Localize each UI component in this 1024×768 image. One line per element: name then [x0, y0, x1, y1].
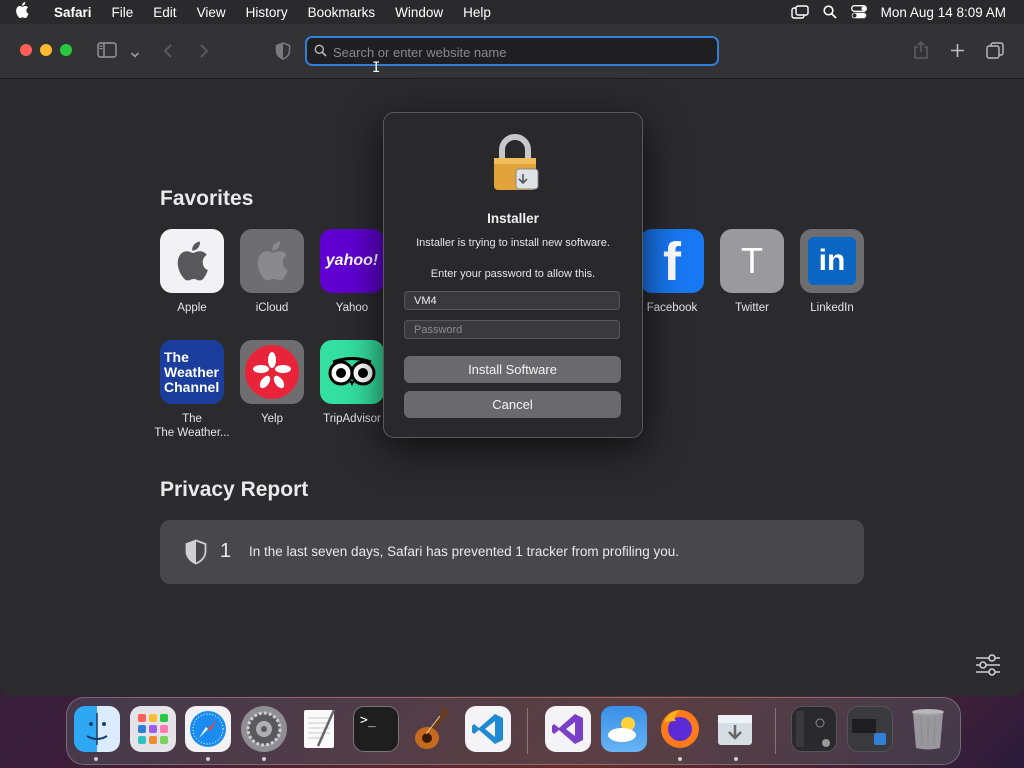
running-indicator: [262, 757, 266, 761]
finder-icon[interactable]: [74, 706, 120, 752]
favorite-label: Yelp: [261, 413, 283, 425]
share-icon[interactable]: [913, 40, 929, 65]
address-input[interactable]: [331, 38, 715, 66]
menu-edit[interactable]: Edit: [143, 5, 186, 20]
favorite-label-line: The Weather...: [154, 427, 230, 439]
dialog-title: Installer: [487, 211, 539, 226]
dock-separator: [527, 708, 528, 754]
favorite-icloud[interactable]: iCloud: [232, 229, 312, 315]
trash-icon[interactable]: [905, 706, 951, 752]
menu-window[interactable]: Window: [385, 5, 453, 20]
favorite-label: iCloud: [255, 302, 289, 314]
tab-overview-icon[interactable]: [986, 42, 1004, 64]
privacy-report-card[interactable]: 1 In the last seven days, Safari has pre…: [160, 520, 864, 584]
favorites-title: Favorites: [160, 187, 254, 210]
running-indicator: [206, 757, 210, 761]
menu-bookmarks[interactable]: Bookmarks: [298, 5, 386, 20]
installer-auth-dialog: Installer Installer is trying to install…: [383, 112, 643, 438]
apple-menu-icon[interactable]: [0, 1, 44, 23]
control-center-icon[interactable]: [850, 5, 867, 19]
dock-separator: [775, 708, 776, 754]
dialog-prompt: Enter your password to allow this.: [430, 268, 596, 280]
chevron-down-icon[interactable]: [130, 46, 140, 64]
twitter-letter-icon: T: [720, 229, 784, 293]
cancel-button[interactable]: Cancel: [404, 391, 621, 418]
start-page-settings-icon[interactable]: [975, 654, 1001, 681]
forward-arrow-icon[interactable]: [199, 43, 209, 64]
weather-channel-logo-icon: The Weather Channel: [160, 340, 224, 404]
favorite-label: Yahoo: [335, 302, 369, 314]
favorite-twitter[interactable]: T Twitter: [712, 229, 792, 315]
minimize-window-button[interactable]: [40, 44, 52, 56]
sidebar-toggle-icon[interactable]: [97, 42, 117, 63]
favorite-label: TripAdvisor: [323, 413, 381, 425]
username-field[interactable]: [404, 291, 620, 310]
lock-icon: [488, 133, 542, 198]
apple-logo-icon: [160, 229, 224, 293]
install-software-button[interactable]: Install Software: [404, 356, 621, 383]
favorite-label: LinkedIn: [810, 302, 854, 314]
icloud-logo-icon: [240, 229, 304, 293]
favorite-yahoo[interactable]: yahoo! Yahoo: [312, 229, 392, 315]
linkedin-badge: in: [808, 237, 856, 285]
text-cursor-icon: I: [372, 60, 381, 76]
favorite-apple[interactable]: Apple: [152, 229, 232, 315]
linkedin-logo-icon: in: [800, 229, 864, 293]
menu-history[interactable]: History: [236, 5, 298, 20]
privacy-shield-icon[interactable]: [275, 42, 291, 65]
password-field[interactable]: [404, 320, 620, 339]
privacy-report-title: Privacy Report: [160, 478, 309, 501]
installer-icon[interactable]: [713, 706, 759, 752]
shield-icon: [184, 539, 208, 570]
favorite-facebook[interactable]: f Facebook: [632, 229, 712, 315]
window-thumbnail-icon[interactable]: [791, 706, 837, 752]
menu-view[interactable]: View: [187, 5, 236, 20]
menu-bar: Safari File Edit View History Bookmarks …: [0, 0, 1024, 24]
close-window-button[interactable]: [20, 44, 32, 56]
window-thumbnail-icon[interactable]: [847, 706, 893, 752]
weather-icon[interactable]: [601, 706, 647, 752]
firefox-icon[interactable]: [657, 706, 703, 752]
launchpad-icon[interactable]: [130, 706, 176, 752]
garageband-icon[interactable]: [409, 706, 455, 752]
system-settings-icon[interactable]: [241, 706, 287, 752]
visual-studio-icon[interactable]: [545, 706, 591, 752]
favorite-yelp[interactable]: Yelp: [232, 340, 312, 426]
favorite-label: Apple: [177, 302, 207, 314]
favorite-linkedin[interactable]: in LinkedIn: [792, 229, 872, 315]
new-tab-icon[interactable]: [950, 43, 965, 63]
back-arrow-icon[interactable]: [163, 43, 173, 64]
favorite-weather-channel[interactable]: The Weather Channel The The Weather...: [152, 340, 232, 440]
menu-clock[interactable]: Mon Aug 14 8:09 AM: [881, 5, 1006, 20]
vscode-icon[interactable]: [465, 706, 511, 752]
menu-help[interactable]: Help: [453, 5, 501, 20]
tracker-count: 1: [220, 540, 232, 562]
terminal-prompt: >_: [360, 713, 376, 728]
textedit-icon[interactable]: [297, 706, 343, 752]
facebook-logo-icon: f: [640, 229, 704, 293]
zoom-window-button[interactable]: [60, 44, 72, 56]
menu-file[interactable]: File: [102, 5, 144, 20]
favorite-label: Twitter: [735, 302, 769, 314]
favorite-label: The The Weather...: [154, 413, 230, 439]
address-bar[interactable]: [305, 36, 719, 66]
yelp-logo-icon: [240, 340, 304, 404]
running-indicator: [678, 757, 682, 761]
running-indicator: [734, 757, 738, 761]
menu-app-name[interactable]: Safari: [44, 5, 102, 20]
running-indicator: [94, 757, 98, 761]
search-icon: [314, 44, 327, 62]
yahoo-logo-icon: yahoo!: [320, 229, 384, 293]
dock: >_: [66, 697, 961, 765]
safari-icon[interactable]: [185, 706, 231, 752]
dialog-message: Installer is trying to install new softw…: [416, 237, 610, 249]
screen-mirroring-icon[interactable]: [790, 5, 809, 19]
spotlight-search-icon[interactable]: [823, 5, 837, 19]
terminal-icon[interactable]: >_: [353, 706, 399, 752]
privacy-report-text: In the last seven days, Safari has preve…: [249, 544, 679, 559]
tripadvisor-owl-icon: [320, 340, 384, 404]
favorite-label: Facebook: [646, 302, 698, 314]
favorite-tripadvisor[interactable]: TripAdvisor: [312, 340, 392, 426]
browser-toolbar: [0, 24, 1024, 79]
